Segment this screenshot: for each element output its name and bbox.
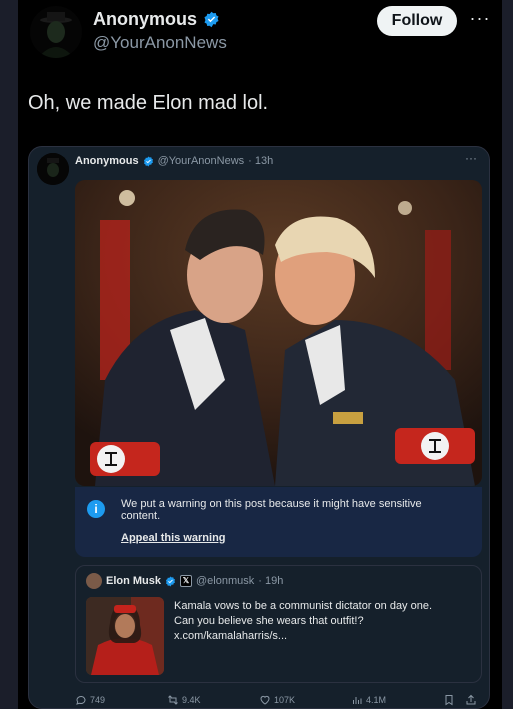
inner-quoted-post[interactable]: Elon Musk 𝕏 @elonmusk · 19h Kamala vows … xyxy=(75,565,482,683)
quoted-post-time: · 13h xyxy=(248,155,274,167)
post-image[interactable] xyxy=(75,180,482,486)
inner-post-text: Kamala vows to be a communist dictator o… xyxy=(174,599,474,644)
post: Anonymous @YourAnonNews Follow ··· Oh, w… xyxy=(18,0,502,709)
inner-author-handle[interactable]: @elonmusk xyxy=(196,575,254,587)
like-button[interactable]: 107K xyxy=(259,694,295,706)
author-handle[interactable]: @YourAnonNews xyxy=(93,33,227,53)
verified-icon xyxy=(204,11,219,28)
inner-quote-header: Elon Musk 𝕏 @elonmusk · 19h xyxy=(86,573,283,589)
inner-post-line: Kamala vows to be a communist dictator o… xyxy=(174,600,433,612)
inner-author-avatar[interactable] xyxy=(86,573,102,589)
verified-icon xyxy=(165,575,176,587)
bookmark-button[interactable] xyxy=(443,694,455,706)
like-icon xyxy=(260,695,270,705)
author-name-row: Anonymous xyxy=(93,9,220,30)
info-icon: i xyxy=(87,500,105,518)
views-icon xyxy=(353,697,362,704)
views-button[interactable]: 4.1M xyxy=(351,694,386,706)
inner-author-name[interactable]: Elon Musk xyxy=(106,575,161,587)
share-button[interactable] xyxy=(465,694,477,706)
reply-icon xyxy=(76,696,86,705)
more-icon[interactable]: ··· xyxy=(466,8,494,32)
inner-post-time: · 19h xyxy=(258,575,284,587)
inner-post-line: Can you believe she wears that outfit!? xyxy=(174,615,364,627)
share-icon xyxy=(466,694,476,705)
author-avatar[interactable] xyxy=(30,6,82,58)
quoted-author-handle[interactable]: @YourAnonNews xyxy=(158,155,245,167)
reply-count: 749 xyxy=(90,695,106,705)
inner-post-thumbnail[interactable] xyxy=(86,597,164,675)
bookmark-icon xyxy=(445,695,453,706)
action-bar: 749 9.4K 107K 4.1M xyxy=(29,692,489,708)
quoted-post[interactable]: Anonymous @YourAnonNews · 13h ··· i We p… xyxy=(28,146,490,709)
verified-icon xyxy=(143,155,153,167)
warning-text: We put a warning on this post because it… xyxy=(121,498,422,522)
x-logo-icon: 𝕏 xyxy=(180,575,193,587)
author-name[interactable]: Anonymous xyxy=(93,9,197,30)
repost-icon xyxy=(168,695,178,705)
follow-button[interactable]: Follow xyxy=(377,6,457,36)
repost-count: 9.4K xyxy=(182,695,201,705)
reply-button[interactable]: 749 xyxy=(75,694,105,706)
views-count: 4.1M xyxy=(366,695,387,705)
repost-button[interactable]: 9.4K xyxy=(167,694,201,706)
quoted-author-avatar[interactable] xyxy=(37,153,69,185)
more-icon[interactable]: ··· xyxy=(465,151,477,165)
sensitive-content-warning: i We put a warning on this post because … xyxy=(75,487,482,557)
quoted-post-header: Anonymous @YourAnonNews · 13h xyxy=(75,155,273,167)
post-text: Oh, we made Elon mad lol. xyxy=(28,92,269,114)
appeal-warning-link[interactable]: Appeal this warning xyxy=(121,532,226,544)
quoted-author-name[interactable]: Anonymous xyxy=(75,155,139,167)
screenshot-frame: Anonymous @YourAnonNews Follow ··· Oh, w… xyxy=(0,0,513,709)
like-count: 107K xyxy=(274,695,296,705)
inner-post-link[interactable]: x.com/kamalaharris/s... xyxy=(174,629,474,644)
